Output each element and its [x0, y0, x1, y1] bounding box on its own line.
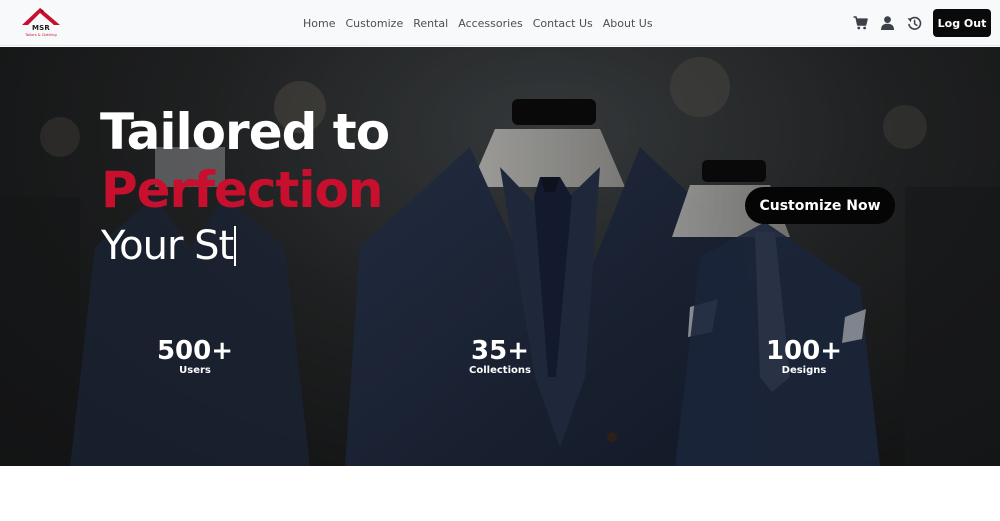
logo-tagline: Tailors & Clothing [25, 33, 57, 37]
history-icon[interactable] [906, 15, 922, 31]
nav-accessories[interactable]: Accessories [458, 17, 522, 30]
nav-home[interactable]: Home [303, 17, 335, 30]
stat-label: Users [179, 365, 211, 376]
stat-label: Designs [781, 365, 827, 376]
hero-headline-accent: Perfection [101, 161, 384, 219]
nav-icon-group [852, 12, 933, 34]
user-icon[interactable] [879, 15, 895, 31]
stat-value: 500+ [156, 336, 234, 366]
typing-caret [234, 226, 236, 266]
nav-rental[interactable]: Rental [413, 17, 448, 30]
stat-value: 35+ [471, 336, 529, 366]
customize-now-button[interactable]: Customize Now [745, 187, 895, 224]
main-nav: Home Customize Rental Accessories Contac… [298, 0, 658, 46]
top-navbar: MSR Tailors & Clothing Home Customize Re… [0, 0, 1000, 46]
logout-button[interactable]: Log Out [933, 9, 991, 37]
stat-users: 500+ Users [125, 337, 265, 377]
roof-logo-icon [22, 8, 60, 25]
hero-headline-line1: Tailored to [100, 103, 390, 161]
hero-typing-line: Your St [101, 223, 236, 269]
nav-about-us[interactable]: About Us [603, 17, 653, 30]
stat-collections: 35+ Collections [430, 337, 570, 377]
logo-brand-text: MSR [32, 24, 50, 32]
stat-value: 100+ [765, 336, 843, 366]
brand-logo[interactable]: MSR Tailors & Clothing [18, 6, 64, 40]
typing-text: Your St [101, 223, 234, 269]
hero-banner: Tailored to Perfection Your St Customize… [0, 47, 1000, 466]
stat-designs: 100+ Designs [734, 337, 874, 377]
cart-icon[interactable] [852, 15, 868, 31]
nav-customize[interactable]: Customize [345, 17, 403, 30]
nav-contact-us[interactable]: Contact Us [533, 17, 593, 30]
stat-label: Collections [469, 365, 531, 376]
